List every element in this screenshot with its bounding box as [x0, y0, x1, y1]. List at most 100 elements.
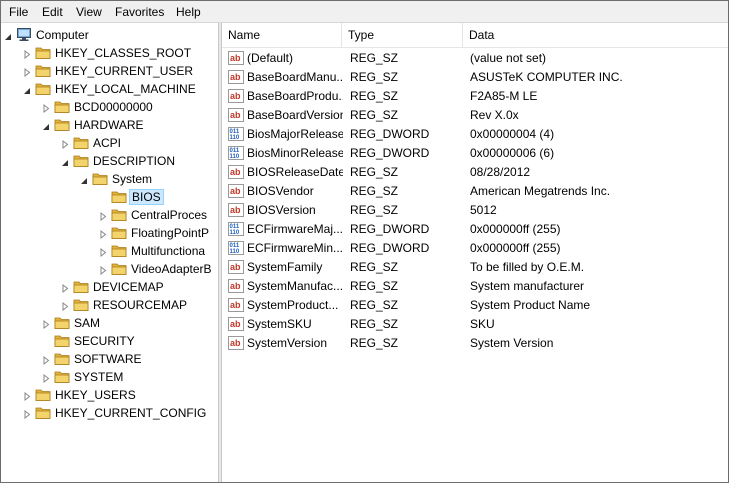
tree-node-label: SOFTWARE [74, 352, 142, 366]
value-type: REG_SZ [350, 203, 399, 217]
value-data: ASUSTeK COMPUTER INC. [470, 70, 623, 84]
tree-node[interactable]: HARDWARE [1, 116, 218, 134]
tree-node-label: RESOURCEMAP [93, 298, 188, 312]
registry-key-tree[interactable]: Computer HKEY_CLASSES_ROOT HKEY_CURRENT_US… [1, 23, 218, 482]
tree-node[interactable]: BIOS [1, 188, 218, 206]
value-name: SystemFamily [247, 260, 323, 274]
svg-text:110: 110 [230, 249, 240, 255]
table-row[interactable]: 011 110 BiosMajorRelease REG_DWORD 0x0000000… [222, 125, 728, 144]
no-arrow [99, 192, 107, 201]
tree-node[interactable]: HKEY_LOCAL_MACHINE [1, 80, 218, 98]
collapse-arrow-icon[interactable] [61, 156, 69, 166]
folder-icon [54, 117, 70, 132]
menu-favorites[interactable]: Favorites [115, 5, 164, 19]
table-row[interactable]: 011 110 ECFirmwareMaj... REG_DWORD 0x000000f… [222, 220, 728, 239]
expand-arrow-icon[interactable] [99, 210, 107, 222]
value-type: REG_SZ [350, 279, 399, 293]
expand-arrow-icon[interactable] [42, 102, 50, 114]
no-arrow [42, 336, 50, 345]
expand-arrow-icon[interactable] [42, 372, 50, 384]
expand-arrow-icon[interactable] [23, 408, 31, 420]
tree-node[interactable]: System [1, 170, 218, 188]
expand-arrow-icon[interactable] [23, 66, 31, 78]
table-row[interactable]: ab (Default) REG_SZ (value not set) [222, 49, 728, 68]
expand-arrow-icon[interactable] [23, 48, 31, 60]
tree-node[interactable]: RESOURCEMAP [1, 296, 218, 314]
collapse-arrow-icon[interactable] [42, 120, 50, 130]
tree-node[interactable]: Multifunctiona [1, 242, 218, 260]
tree-node[interactable]: HKEY_USERS [1, 386, 218, 404]
tree-node[interactable]: FloatingPointP [1, 224, 218, 242]
value-type: REG_SZ [350, 298, 399, 312]
expand-arrow-icon[interactable] [23, 390, 31, 402]
binary-value-icon: 011 110 [228, 222, 244, 236]
collapse-arrow-icon[interactable] [80, 174, 88, 184]
table-row[interactable]: ab SystemVersion REG_SZ System Version [222, 334, 728, 353]
tree-node[interactable]: Computer [1, 26, 218, 44]
tree-node-label: CentralProces [131, 208, 208, 222]
expand-arrow-icon[interactable] [61, 300, 69, 312]
expand-arrow-icon[interactable] [42, 318, 50, 330]
string-value-icon: ab [228, 70, 244, 84]
table-row[interactable]: 011 110 BiosMinorRelease REG_DWORD 0x0000000… [222, 144, 728, 163]
value-type: REG_DWORD [350, 241, 430, 255]
expand-arrow-icon[interactable] [99, 264, 107, 276]
tree-node[interactable]: VideoAdapterB [1, 260, 218, 278]
svg-text:110: 110 [230, 154, 240, 160]
folder-icon [111, 261, 127, 276]
expand-arrow-icon[interactable] [99, 228, 107, 240]
expand-arrow-icon[interactable] [42, 354, 50, 366]
computer-icon [16, 27, 32, 42]
table-row[interactable]: ab BaseBoardManu... REG_SZ ASUSTeK COMPUTER… [222, 68, 728, 87]
tree-node[interactable]: SAM [1, 314, 218, 332]
table-row[interactable]: 011 110 ECFirmwareMin... REG_DWORD 0x000000f… [222, 239, 728, 258]
value-data: System Product Name [470, 298, 591, 312]
table-row[interactable]: ab BaseBoardVersion REG_SZ Rev X.0x [222, 106, 728, 125]
tree-node[interactable]: CentralProces [1, 206, 218, 224]
tree-node[interactable]: SOFTWARE [1, 350, 218, 368]
string-value-icon: ab [228, 336, 244, 350]
table-row[interactable]: ab SystemManufac... REG_SZ System manufactu… [222, 277, 728, 296]
registry-editor-window: File Edit View Favorites Help Computer HK… [0, 0, 729, 483]
menu-help[interactable]: Help [176, 5, 201, 19]
value-data: 0x00000006 (6) [470, 146, 555, 160]
table-row[interactable]: ab BIOSReleaseDate REG_SZ 08/28/2012 [222, 163, 728, 182]
table-row[interactable]: ab BaseBoardProdu... REG_SZ F2A85-M LE [222, 87, 728, 106]
tree-node[interactable]: DEVICEMAP [1, 278, 218, 296]
tree-node[interactable]: HKEY_CURRENT_USER [1, 62, 218, 80]
folder-icon [111, 225, 127, 240]
folder-icon [54, 369, 70, 384]
svg-text:ab: ab [230, 72, 241, 82]
table-row[interactable]: ab BIOSVersion REG_SZ 5012 [222, 201, 728, 220]
tree-node[interactable]: HKEY_CLASSES_ROOT [1, 44, 218, 62]
svg-text:ab: ab [230, 91, 241, 101]
collapse-arrow-icon[interactable] [4, 30, 12, 40]
expand-arrow-icon[interactable] [61, 138, 69, 150]
tree-node[interactable]: SECURITY [1, 332, 218, 350]
registry-values-list[interactable]: Name Type Data ab (Default) REG_SZ (value n… [222, 23, 728, 482]
tree-node[interactable]: DESCRIPTION [1, 152, 218, 170]
value-data: SKU [470, 317, 495, 331]
menu-file[interactable]: File [9, 5, 28, 19]
tree-node[interactable]: HKEY_CURRENT_CONFIG [1, 404, 218, 422]
tree-node[interactable]: SYSTEM [1, 368, 218, 386]
folder-icon [111, 243, 127, 258]
tree-node[interactable]: BCD00000000 [1, 98, 218, 116]
table-row[interactable]: ab SystemFamily REG_SZ To be filled by O.E.… [222, 258, 728, 277]
table-row[interactable]: ab SystemSKU REG_SZ SKU [222, 315, 728, 334]
column-header-type[interactable]: Type [342, 23, 463, 47]
tree-node-label: HKEY_CURRENT_CONFIG [55, 406, 207, 420]
menu-edit[interactable]: Edit [42, 5, 63, 19]
collapse-arrow-icon[interactable] [23, 84, 31, 94]
expand-arrow-icon[interactable] [61, 282, 69, 294]
tree-node-label: FloatingPointP [131, 226, 210, 240]
value-type: REG_SZ [350, 51, 399, 65]
column-header-data[interactable]: Data [463, 23, 728, 47]
column-header-name[interactable]: Name [222, 23, 342, 47]
table-row[interactable]: ab SystemProduct... REG_SZ System Product N… [222, 296, 728, 315]
tree-node-label: BCD00000000 [74, 100, 153, 114]
tree-node[interactable]: ACPI [1, 134, 218, 152]
table-row[interactable]: ab BIOSVendor REG_SZ American Megatrends In… [222, 182, 728, 201]
menu-view[interactable]: View [76, 5, 102, 19]
expand-arrow-icon[interactable] [99, 246, 107, 258]
